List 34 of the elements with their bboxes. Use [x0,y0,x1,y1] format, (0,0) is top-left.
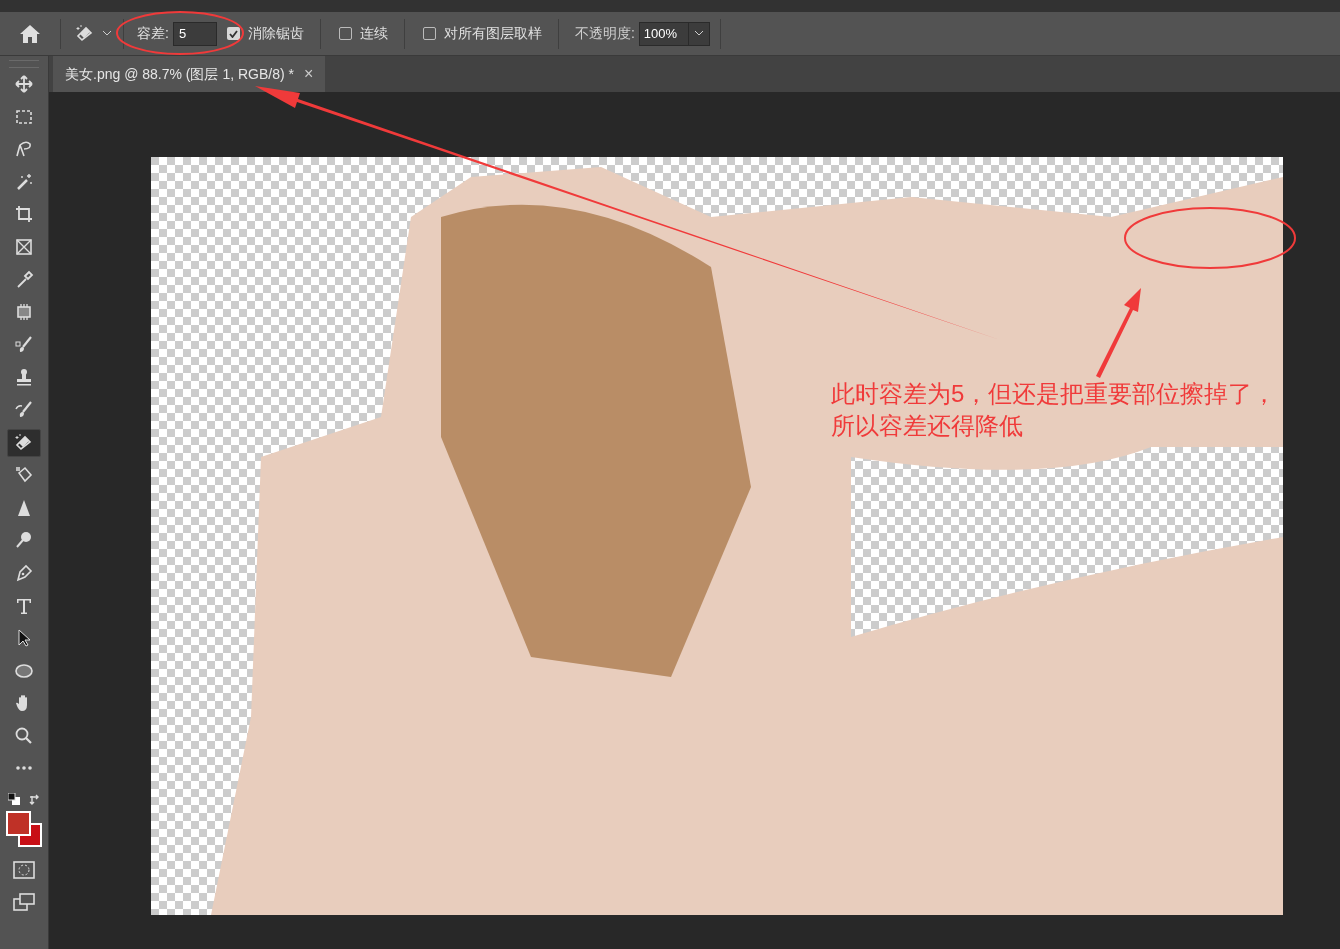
caret-icon [694,31,703,36]
move-icon [14,74,34,94]
annotation-text: 此时容差为5，但还是把重要部位擦掉了，所以容差还得降低 [831,379,1278,441]
stamp-icon [14,367,34,388]
foreground-color-swatch[interactable] [6,811,31,837]
document-tab[interactable]: 美女.png @ 88.7% (图层 1, RGB/8) * × [53,56,326,92]
checkbox-label: 连续 [359,24,388,43]
tolerance-input[interactable]: 5 [172,21,217,46]
tolerance-label: 容差: [137,24,169,43]
screen-mode-icon[interactable] [13,893,35,912]
default-colors-icon [8,793,20,806]
checkbox[interactable] [338,27,352,40]
eraser-icon [14,432,34,453]
checkbox-label: 消除锯齿 [247,24,304,43]
quick-mask-icon[interactable] [13,861,35,880]
checkbox[interactable] [226,27,240,40]
checkbox-label: 对所有图层取样 [443,24,542,43]
close-button[interactable]: × [303,62,314,86]
brush-icon [14,334,34,355]
home-icon [19,23,41,44]
chip-icon [14,302,34,323]
crop-icon [14,204,34,225]
checkbox[interactable] [422,27,436,40]
tool-button[interactable] [7,428,41,457]
opacity-label: 不透明度: [574,24,635,43]
frame-icon [14,236,34,257]
more-icon [14,765,34,772]
check-icon [228,29,238,38]
pen-icon [14,562,34,583]
opacity-dropdown[interactable]: 100% [638,21,710,46]
zoom-icon [14,725,34,746]
caret-icon [103,31,111,36]
swap-arrows-icon [28,793,40,806]
brush-icon [14,399,34,420]
